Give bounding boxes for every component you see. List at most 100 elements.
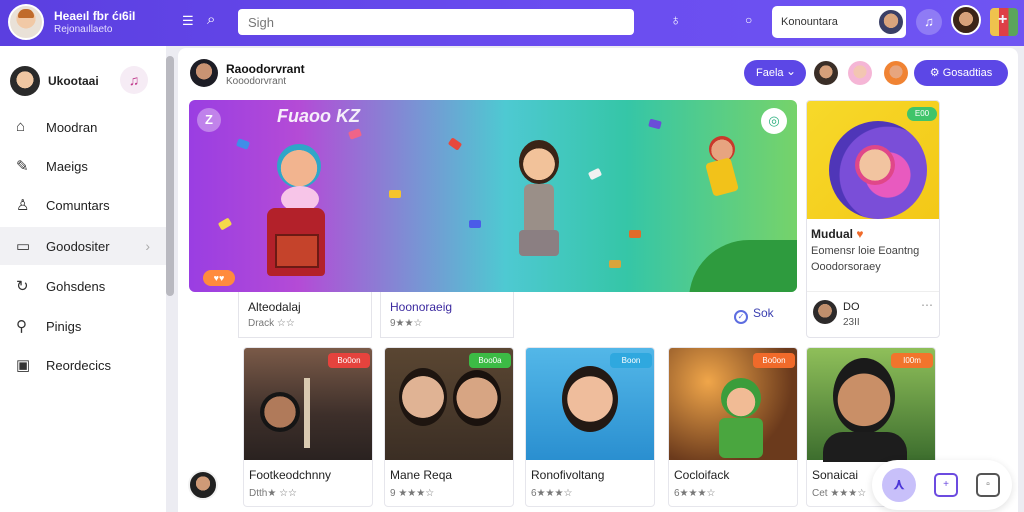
confetti [469, 220, 481, 228]
sidebar-item-label: Reordecics [46, 358, 112, 373]
more-icon[interactable]: ⋯ [921, 298, 933, 312]
pin-icon: ⚲ [16, 318, 27, 335]
featured-thumbnail: E00 [807, 101, 939, 219]
info-card-sub: 9★★☆ [390, 318, 423, 329]
hero-banner[interactable]: Z Fuaoo KZ ◎ ♥♥ [189, 100, 797, 292]
featured-face [855, 145, 895, 185]
video-meta: Cet ★★★☆ [812, 488, 867, 499]
video-meta: 6★★★☆ [674, 488, 716, 499]
thumb-body [719, 418, 763, 458]
sort-button[interactable]: ✓ Sok [734, 306, 774, 326]
thumb-face [453, 370, 501, 426]
search-input[interactable] [238, 9, 634, 35]
hero-title: Fuaoo KZ [277, 106, 360, 126]
chip-avatar-2[interactable] [848, 61, 872, 85]
boy-head [709, 136, 735, 162]
video-tag: I00m [891, 353, 933, 368]
create-icon[interactable]: ⋏ [882, 468, 916, 502]
info-card-sub: Drack ☆☆ [248, 318, 295, 329]
character-book [275, 234, 319, 268]
video-thumbnail: I00m [807, 348, 935, 462]
sidebar-item-moodran[interactable]: ⌂ Moodran [0, 108, 166, 146]
featured-line-1: Eomensr loie Eoantng [811, 245, 920, 257]
confetti [217, 217, 233, 231]
app-logo-avatar[interactable] [8, 4, 44, 40]
sidebar-item-pinigs[interactable]: ⚲ Pinigs [0, 307, 166, 345]
community-label: Konountara [781, 16, 838, 28]
video-title: Mane Reqa [390, 468, 453, 482]
confetti [609, 260, 621, 268]
sidebar-item-label: Moodran [46, 120, 98, 135]
app-subtitle: Rejonaıllaeto [54, 24, 113, 35]
menu-icon[interactable]: ☰ [182, 14, 194, 27]
sidebar-avatar[interactable] [10, 66, 40, 96]
sidebar-item-label: Pinigs [46, 319, 82, 334]
featured-line-2: Ooodorsoraey [811, 261, 881, 273]
video-title: Cocloifack [674, 468, 730, 482]
featured-author-avatar[interactable] [813, 300, 837, 324]
video-card[interactable]: Bo0on Cocloifack 6★★★☆ [668, 347, 798, 507]
video-tag: Boo0a [469, 353, 511, 368]
featured-card[interactable]: E00 Mudual ♥ Eomensr loie Eoantng Ooodor… [806, 100, 940, 338]
leaves [689, 240, 797, 292]
confetti [629, 230, 641, 238]
video-meta: 6★★★☆ [531, 488, 573, 499]
thumb-shirt [823, 432, 907, 462]
girl-skirt [519, 230, 559, 256]
featured-title-row: Mudual ♥ [811, 227, 863, 241]
community-avatar [879, 10, 903, 34]
feed-dropdown[interactable]: Faela [744, 58, 806, 86]
video-meta: Dtth★ ☆☆ [249, 488, 298, 499]
channel-name: Raoodorvrant [226, 62, 305, 76]
video-card[interactable]: Boon Ronofivoltang 6★★★☆ [525, 347, 655, 507]
sidebar-item-comuntars[interactable]: ♙ Comuntars [0, 186, 166, 224]
thumb-face [260, 392, 300, 432]
add-icon[interactable] [990, 8, 1018, 36]
thumb-face [833, 358, 895, 434]
play-icon[interactable]: ◎ [761, 108, 787, 134]
featured-author: DO [843, 301, 860, 313]
music-icon[interactable]: ♫ [120, 66, 148, 94]
confetti [587, 167, 603, 181]
sidebar-scrollbar[interactable] [166, 56, 174, 296]
sidebar: Ukootaai ♫ ⌂ Moodran ✎ Maeigs ♙ Comuntar… [0, 46, 166, 512]
video-title: Sonaicai [812, 468, 859, 482]
hero-likes-badge: ♥♥ [203, 270, 235, 286]
sidebar-item-goodositer[interactable]: ▭ Goodositer › [0, 227, 166, 265]
info-card-title: Alteodalaj [248, 300, 301, 314]
thumb-face [721, 378, 761, 418]
add-media-icon[interactable]: + [934, 473, 958, 497]
video-tag: Bo0on [328, 353, 370, 368]
hero-badge: Z [197, 108, 221, 132]
sidebar-item-label: Comuntars [46, 198, 110, 213]
chip-avatar-1[interactable] [814, 61, 838, 85]
search-icon[interactable]: ⌕ [207, 12, 215, 27]
sidebar-item-label: Goodositer [46, 239, 110, 254]
featured-footer: DO 23II ⋯ [807, 291, 939, 337]
community-button[interactable]: Konountara [772, 6, 906, 38]
window-icon[interactable]: ▫ [976, 473, 1000, 497]
video-card[interactable]: Boo0a Mane Reqa 9 ★★★☆ [384, 347, 514, 507]
user-avatar[interactable] [951, 5, 981, 35]
character-head [277, 144, 321, 188]
thumb-face [562, 366, 618, 432]
sidebar-item-gohsdens[interactable]: ↻ Gohsdens [0, 267, 166, 305]
video-thumbnail: Bo0on [669, 348, 797, 460]
info-card-1[interactable]: Alteodalaj Drack ☆☆ [238, 292, 372, 338]
settings-button[interactable]: ⚙ Gosadtias [914, 60, 1008, 86]
chip-avatar-3[interactable] [884, 61, 908, 85]
notification-icon[interactable]: ♁ [670, 13, 681, 28]
chevron-right-icon: › [145, 238, 150, 254]
bell-icon[interactable]: ♫ [916, 9, 942, 35]
channel-avatar[interactable] [190, 59, 218, 87]
sidebar-item-label: Gohsdens [46, 279, 106, 294]
sidebar-item-maeigs[interactable]: ✎ Maeigs [0, 147, 166, 185]
bottom-avatar[interactable] [188, 470, 218, 500]
video-card[interactable]: Bo0on Footkeodchnny Dtth★ ☆☆ [243, 347, 373, 507]
person-icon: ♙ [16, 197, 30, 214]
info-card-2[interactable]: Hoonoraeig 9★★☆ [380, 292, 514, 338]
featured-meta: 23II [843, 317, 860, 328]
video-tag: Boon [610, 353, 652, 368]
sidebar-item-reordecics[interactable]: ▣ Reordecics [0, 346, 166, 384]
record-icon[interactable]: ○ [745, 14, 752, 26]
